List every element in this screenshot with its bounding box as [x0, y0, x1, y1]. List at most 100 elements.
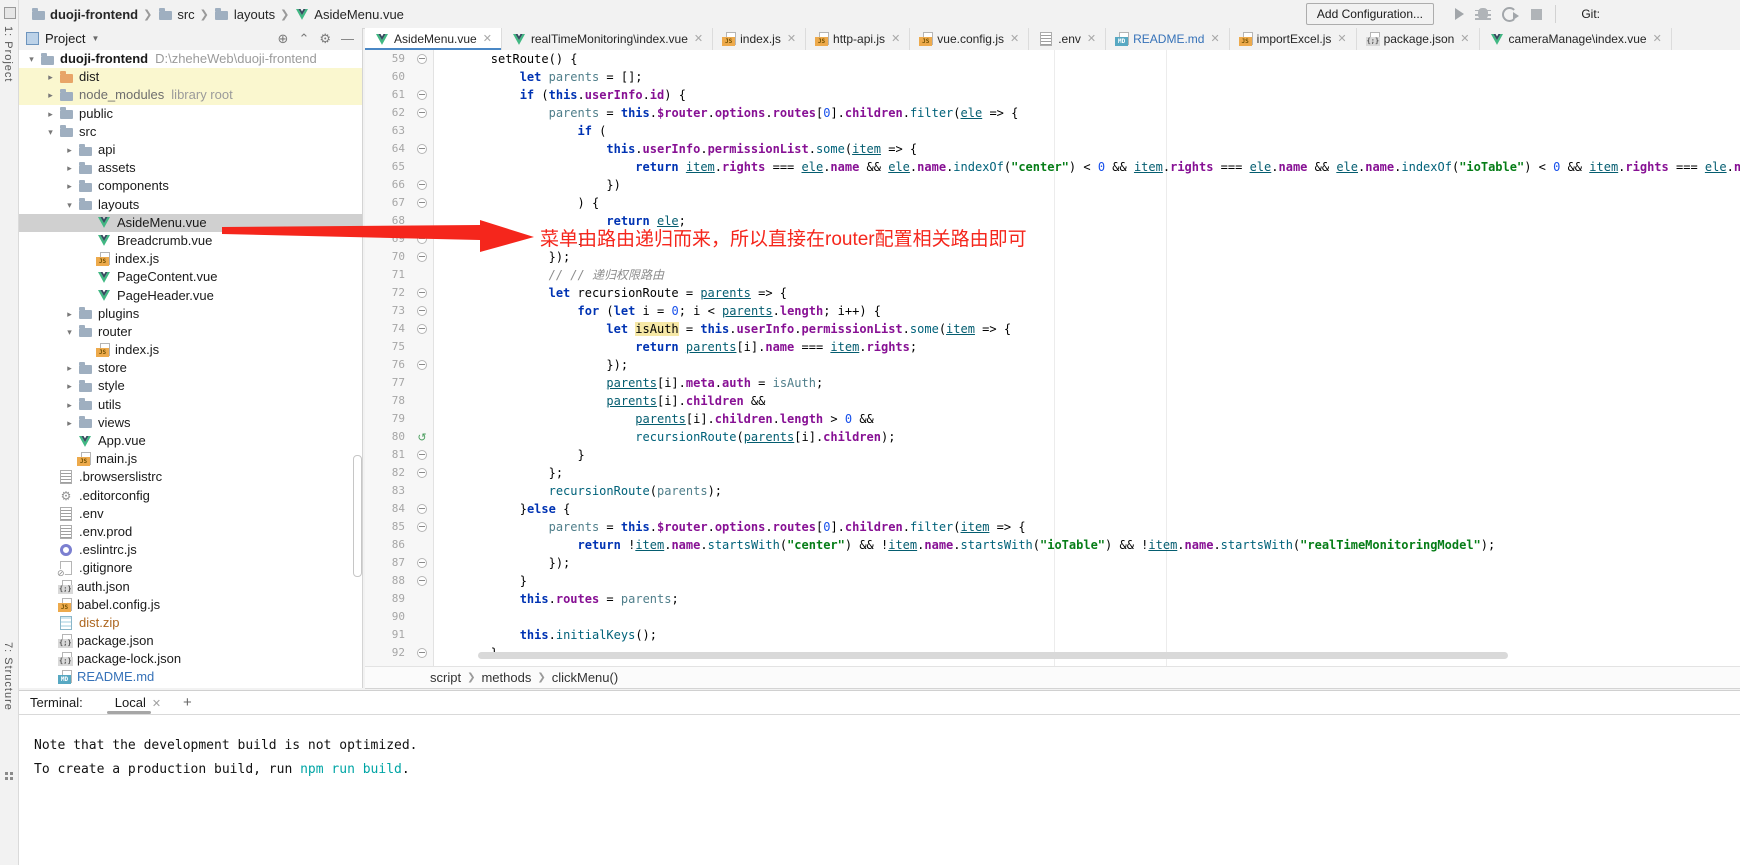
code-line[interactable]: 79 parents[i].children.length > 0 && — [365, 410, 1740, 428]
breadcrumb-item[interactable]: AsideMenu.vue — [294, 7, 404, 22]
code-line[interactable]: 90 — [365, 608, 1740, 626]
tree-item[interactable]: ▾duoji-frontendD:\zheheWeb\duoji-fronten… — [18, 50, 362, 68]
editor-tab[interactable]: MDREADME.md✕ — [1106, 28, 1230, 50]
fold-marker-icon[interactable] — [417, 648, 427, 658]
fold-marker-icon[interactable] — [417, 306, 427, 316]
toolwindow-grid-icon[interactable] — [5, 772, 8, 775]
chevron-collapsed-icon[interactable]: ▸ — [62, 396, 77, 414]
code-line[interactable]: 88 } — [365, 572, 1740, 590]
collapse-all-icon[interactable]: ⌃ — [298, 30, 309, 48]
tree-item[interactable]: ▸store — [18, 359, 362, 377]
code-line[interactable]: 76 }); — [365, 356, 1740, 374]
tree-item[interactable]: ▾router — [18, 323, 362, 341]
code-line[interactable]: 71 // // 递归权限路由 — [365, 266, 1740, 284]
tree-item[interactable]: MDREADME.md — [18, 668, 362, 686]
code-line[interactable]: 60 let parents = []; — [365, 68, 1740, 86]
new-terminal-icon[interactable]: + — [183, 694, 192, 711]
editor-tab[interactable]: cameraManage\index.vue✕ — [1480, 28, 1672, 50]
fold-marker-icon[interactable] — [417, 576, 427, 586]
code-line[interactable]: 87 }); — [365, 554, 1740, 572]
tree-item[interactable]: {;}package.json — [18, 632, 362, 650]
close-icon[interactable]: ✕ — [694, 34, 703, 45]
code-line[interactable]: 63 if ( — [365, 122, 1740, 140]
stop-icon[interactable] — [1531, 9, 1542, 20]
chevron-collapsed-icon[interactable]: ▸ — [62, 177, 77, 195]
code-line[interactable]: 78 parents[i].children && — [365, 392, 1740, 410]
close-icon[interactable]: ✕ — [1087, 34, 1096, 45]
terminal-tab-local[interactable]: Local✕ — [111, 691, 165, 714]
fold-marker-icon[interactable] — [417, 360, 427, 370]
fold-marker-icon[interactable] — [417, 450, 427, 460]
fold-marker-icon[interactable] — [417, 252, 427, 262]
editor-tab[interactable]: JSvue.config.js✕ — [910, 28, 1029, 50]
profile-icon[interactable] — [1502, 7, 1517, 22]
breadcrumb-item[interactable]: duoji-frontend — [30, 7, 138, 22]
tree-item[interactable]: ▾src — [18, 123, 362, 141]
tree-item[interactable]: ▸views — [18, 414, 362, 432]
code-breadcrumb-item[interactable]: methods — [481, 670, 531, 685]
chevron-collapsed-icon[interactable]: ▸ — [62, 414, 77, 432]
tree-item[interactable]: .gitignore — [18, 559, 362, 577]
code-line[interactable]: 73 for (let i = 0; i < parents.length; i… — [365, 302, 1740, 320]
tree-item[interactable]: ▸utils — [18, 396, 362, 414]
tree-item[interactable]: ▸api — [18, 141, 362, 159]
code-line[interactable]: 83 recursionRoute(parents); — [365, 482, 1740, 500]
tree-item[interactable]: ▾layouts — [18, 196, 362, 214]
close-icon[interactable]: ✕ — [483, 34, 492, 45]
locate-file-icon[interactable]: ⊕ — [278, 30, 289, 48]
close-icon[interactable]: ✕ — [787, 34, 796, 45]
code-line[interactable]: 80↺ recursionRoute(parents[i].children); — [365, 428, 1740, 446]
chevron-expanded-icon[interactable]: ▾ — [62, 323, 77, 341]
close-icon[interactable]: ✕ — [1460, 34, 1469, 45]
fold-marker-icon[interactable] — [417, 108, 427, 118]
tree-item[interactable]: .eslintrc.js — [18, 541, 362, 559]
code-line[interactable]: 81 } — [365, 446, 1740, 464]
tree-item[interactable]: ▸node_moduleslibrary root — [18, 86, 362, 104]
chevron-expanded-icon[interactable]: ▾ — [62, 196, 77, 214]
tree-item[interactable]: JSmain.js — [18, 450, 362, 468]
chevron-collapsed-icon[interactable]: ▸ — [62, 359, 77, 377]
fold-marker-icon[interactable] — [417, 468, 427, 478]
tree-item[interactable]: JSbabel.config.js — [18, 596, 362, 614]
code-line[interactable]: 84 }else { — [365, 500, 1740, 518]
fold-marker-icon[interactable] — [417, 90, 427, 100]
chevron-collapsed-icon[interactable]: ▸ — [62, 159, 77, 177]
tree-item[interactable]: ▸public — [18, 105, 362, 123]
chevron-collapsed-icon[interactable]: ▸ — [62, 377, 77, 395]
fold-marker-icon[interactable] — [417, 144, 427, 154]
chevron-expanded-icon[interactable]: ▾ — [24, 50, 39, 68]
run-icon[interactable] — [1455, 8, 1464, 20]
code-line[interactable]: 82 }; — [365, 464, 1740, 482]
tree-item[interactable]: .env — [18, 505, 362, 523]
tree-item[interactable]: .env.prod — [18, 523, 362, 541]
chevron-collapsed-icon[interactable]: ▸ — [62, 305, 77, 323]
code-line[interactable]: 74 let isAuth = this.userInfo.permission… — [365, 320, 1740, 338]
close-icon[interactable]: ✕ — [1653, 34, 1662, 45]
tree-item[interactable]: {;}auth.json — [18, 577, 362, 595]
tree-item[interactable]: {;}package-lock.json — [18, 650, 362, 668]
editor-tab[interactable]: JSimportExcel.js✕ — [1230, 28, 1357, 50]
chevron-collapsed-icon[interactable]: ▸ — [62, 141, 77, 159]
recursive-call-icon[interactable]: ↺ — [417, 432, 426, 444]
breadcrumb-item[interactable]: layouts — [214, 7, 275, 22]
editor-tab[interactable]: JShttp-api.js✕ — [806, 28, 910, 50]
close-icon[interactable]: ✕ — [1210, 34, 1219, 45]
tree-item[interactable]: JSindex.js — [18, 250, 362, 268]
tree-item[interactable]: .browserslistrc — [18, 468, 362, 486]
fold-marker-icon[interactable] — [417, 234, 427, 244]
horizontal-scrollbar[interactable] — [478, 652, 1508, 659]
editor-tab[interactable]: realTimeMonitoring\index.vue✕ — [502, 28, 713, 50]
tree-item[interactable]: App.vue — [18, 432, 362, 450]
debug-icon[interactable] — [1478, 8, 1488, 20]
code-line[interactable]: 66 }) — [365, 176, 1740, 194]
code-line[interactable]: 89 this.routes = parents; — [365, 590, 1740, 608]
chevron-collapsed-icon[interactable]: ▸ — [43, 86, 58, 104]
close-icon[interactable]: ✕ — [1010, 34, 1019, 45]
fold-marker-icon[interactable] — [417, 558, 427, 568]
tree-item[interactable]: PageContent.vue — [18, 268, 362, 286]
tree-scrollbar[interactable] — [353, 455, 362, 577]
tree-item[interactable]: ⚙.editorconfig — [18, 487, 362, 505]
add-configuration-button[interactable]: Add Configuration... — [1306, 3, 1434, 25]
hide-panel-icon[interactable]: — — [341, 30, 354, 48]
code-line[interactable]: 65 return item.rights === ele.name && el… — [365, 158, 1740, 176]
